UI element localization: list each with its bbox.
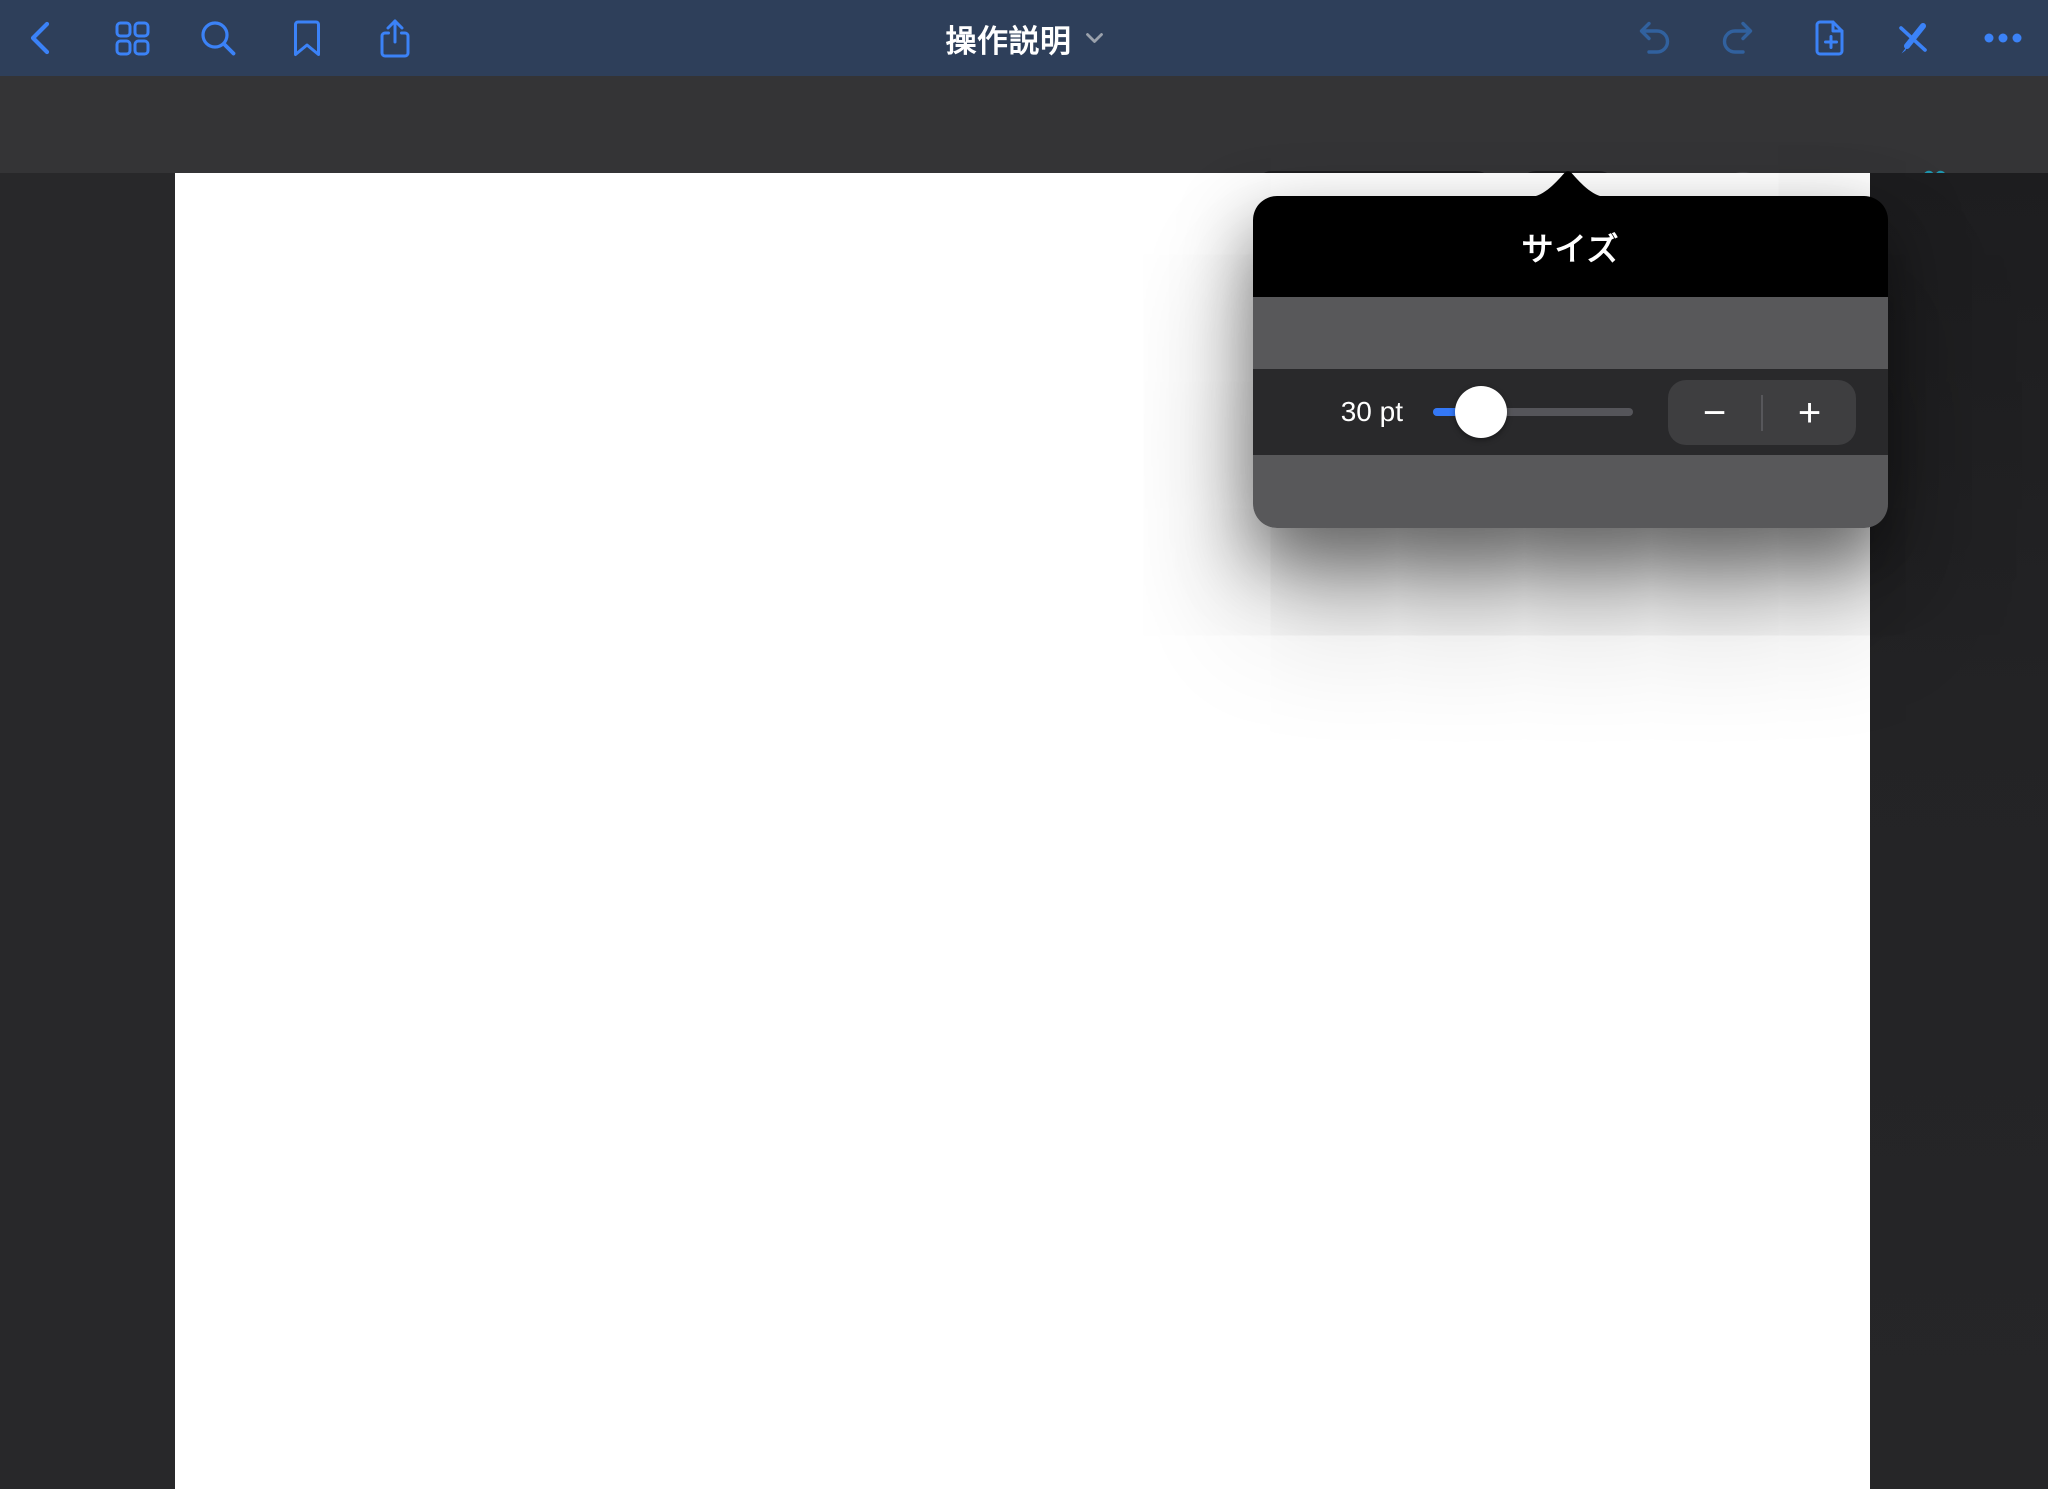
redo-icon — [1718, 16, 1762, 60]
popover-header: サイズ — [1253, 196, 1888, 297]
page-grid-icon — [110, 16, 154, 60]
bookmark-icon — [285, 16, 329, 60]
search-button[interactable] — [196, 16, 240, 60]
search-icon — [196, 16, 240, 60]
add-page-icon — [1807, 16, 1851, 60]
ellipsis-icon — [1981, 16, 2025, 60]
popover-section-bottom — [1253, 455, 1888, 528]
thumbnails-button[interactable] — [110, 16, 154, 60]
app-window: 操作説明 サイズ 30 pt − + — [0, 0, 2048, 1489]
decrease-size-button[interactable]: − — [1668, 380, 1761, 445]
navbar: 操作説明 — [0, 0, 2048, 76]
popover-title: サイズ — [1521, 230, 1620, 267]
popover-arrow — [1530, 171, 1606, 197]
share-icon — [373, 16, 417, 60]
redo-button[interactable] — [1718, 16, 1762, 60]
popover-section-top — [1253, 297, 1888, 369]
crossed-pencil-icon — [1890, 16, 1934, 60]
undo-button[interactable] — [1630, 16, 1674, 60]
back-chevron-icon — [20, 16, 64, 60]
increase-size-button[interactable]: + — [1763, 380, 1856, 445]
undo-icon — [1630, 16, 1674, 60]
bookmark-button[interactable] — [285, 16, 329, 60]
size-value-label: 30 pt — [1340, 396, 1403, 427]
more-button[interactable] — [1981, 16, 2025, 60]
size-slider[interactable] — [1433, 386, 1633, 438]
document-title-button[interactable]: 操作説明 — [946, 16, 1103, 61]
back-button[interactable] — [20, 16, 64, 60]
share-button[interactable] — [373, 16, 417, 60]
size-popover: サイズ 30 pt − + — [1253, 196, 1888, 528]
slider-thumb[interactable] — [1455, 386, 1507, 438]
toolbar: T — [0, 76, 2048, 238]
page-title: 操作説明 — [945, 23, 1072, 59]
disable-editing-button[interactable] — [1890, 16, 1934, 60]
size-stepper-group: − + — [1668, 380, 1856, 445]
add-page-button[interactable] — [1807, 16, 1851, 60]
size-slider-row: 30 pt − + — [1253, 369, 1888, 455]
chevron-down-icon — [1085, 32, 1103, 44]
